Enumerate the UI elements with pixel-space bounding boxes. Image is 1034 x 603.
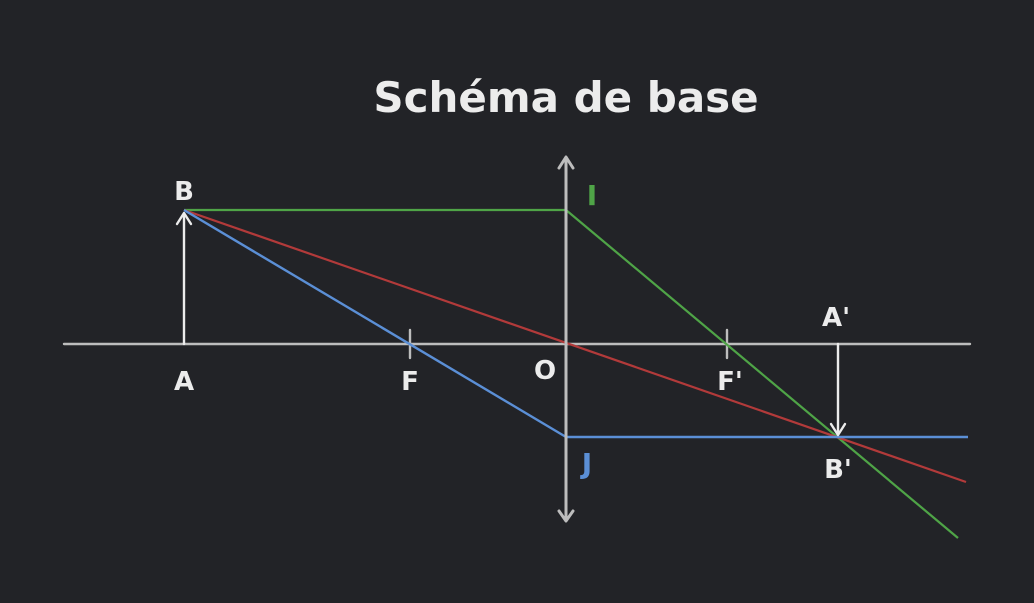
ray-focal bbox=[183, 208, 968, 439]
label-f: F bbox=[401, 367, 419, 397]
label-a-prime: A' bbox=[822, 303, 850, 333]
ray-center bbox=[183, 208, 967, 484]
label-j: J bbox=[580, 447, 592, 480]
diagram-title: Schéma de base bbox=[373, 73, 758, 122]
label-b-prime: B' bbox=[824, 455, 852, 485]
diagram-svg: Schéma de base B A F O F' A' B' I J bbox=[62, 73, 972, 539]
label-f-prime: F' bbox=[717, 367, 743, 397]
optics-diagram: Schéma de base B A F O F' A' B' I J bbox=[0, 0, 1034, 603]
ray-parallel bbox=[184, 208, 959, 539]
label-a: A bbox=[174, 367, 194, 397]
label-o: O bbox=[534, 356, 556, 386]
label-b: B bbox=[174, 177, 194, 207]
label-i: I bbox=[587, 179, 597, 212]
